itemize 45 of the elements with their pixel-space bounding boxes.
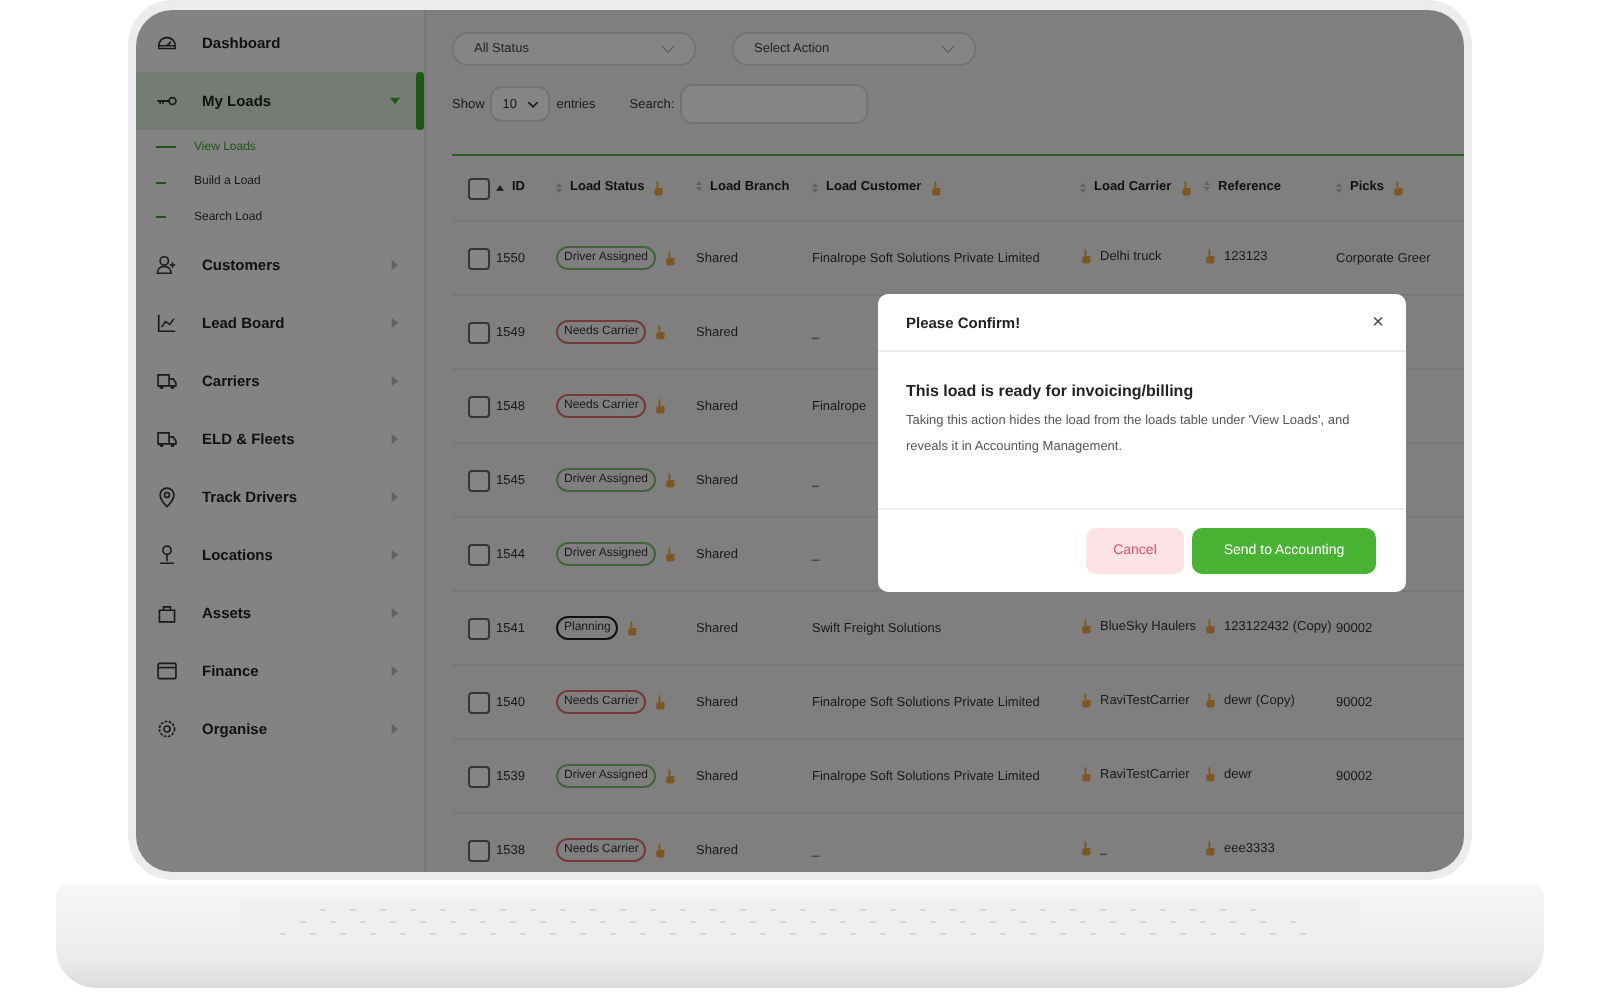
dialog-heading: This load is ready for invoicing/billing — [906, 382, 1196, 400]
chevron-down-icon — [942, 45, 954, 53]
truck-icon — [156, 427, 178, 449]
checkbox[interactable] — [468, 617, 490, 639]
hand-icon — [1204, 766, 1216, 782]
person-pin-icon — [156, 543, 178, 565]
checkbox[interactable] — [468, 177, 490, 199]
sort-icon[interactable] — [496, 183, 504, 192]
checkbox[interactable] — [468, 543, 490, 565]
hand-icon — [664, 472, 677, 488]
hand-icon — [1204, 840, 1216, 856]
checkbox[interactable] — [468, 839, 490, 861]
gauge-icon — [156, 32, 178, 54]
user-plus-icon — [156, 253, 178, 275]
close-button[interactable]: × — [1372, 311, 1384, 333]
hand-icon — [654, 324, 667, 340]
hand-icon — [1204, 692, 1216, 708]
location-pin-icon — [156, 485, 178, 507]
chevron-down-icon — [528, 101, 539, 107]
hand-icon — [664, 546, 677, 562]
hand-icon — [1080, 692, 1092, 708]
chart-icon — [156, 311, 178, 333]
hand-icon — [654, 694, 667, 710]
chevron-down-icon — [662, 45, 674, 53]
hand-icon — [1080, 840, 1092, 856]
hand-icon — [626, 620, 639, 636]
checkbox[interactable] — [468, 395, 490, 417]
checkbox[interactable] — [468, 247, 490, 269]
hand-icon — [1204, 248, 1216, 264]
hand-icon — [1204, 618, 1216, 634]
truck-icon — [156, 369, 178, 391]
hand-icon — [1080, 248, 1092, 264]
hand-icon — [654, 398, 667, 414]
hand-icon — [1080, 618, 1092, 634]
checkbox[interactable] — [468, 321, 490, 343]
hand-icon — [1080, 766, 1092, 782]
gear-icon — [156, 717, 178, 739]
checkbox[interactable] — [468, 765, 490, 787]
checkbox[interactable] — [468, 469, 490, 491]
bag-icon — [156, 601, 178, 623]
window-icon — [156, 659, 178, 681]
hand-icon — [654, 842, 667, 858]
hand-icon — [664, 768, 677, 784]
checkbox[interactable] — [468, 691, 490, 713]
hand-icon — [664, 250, 677, 266]
